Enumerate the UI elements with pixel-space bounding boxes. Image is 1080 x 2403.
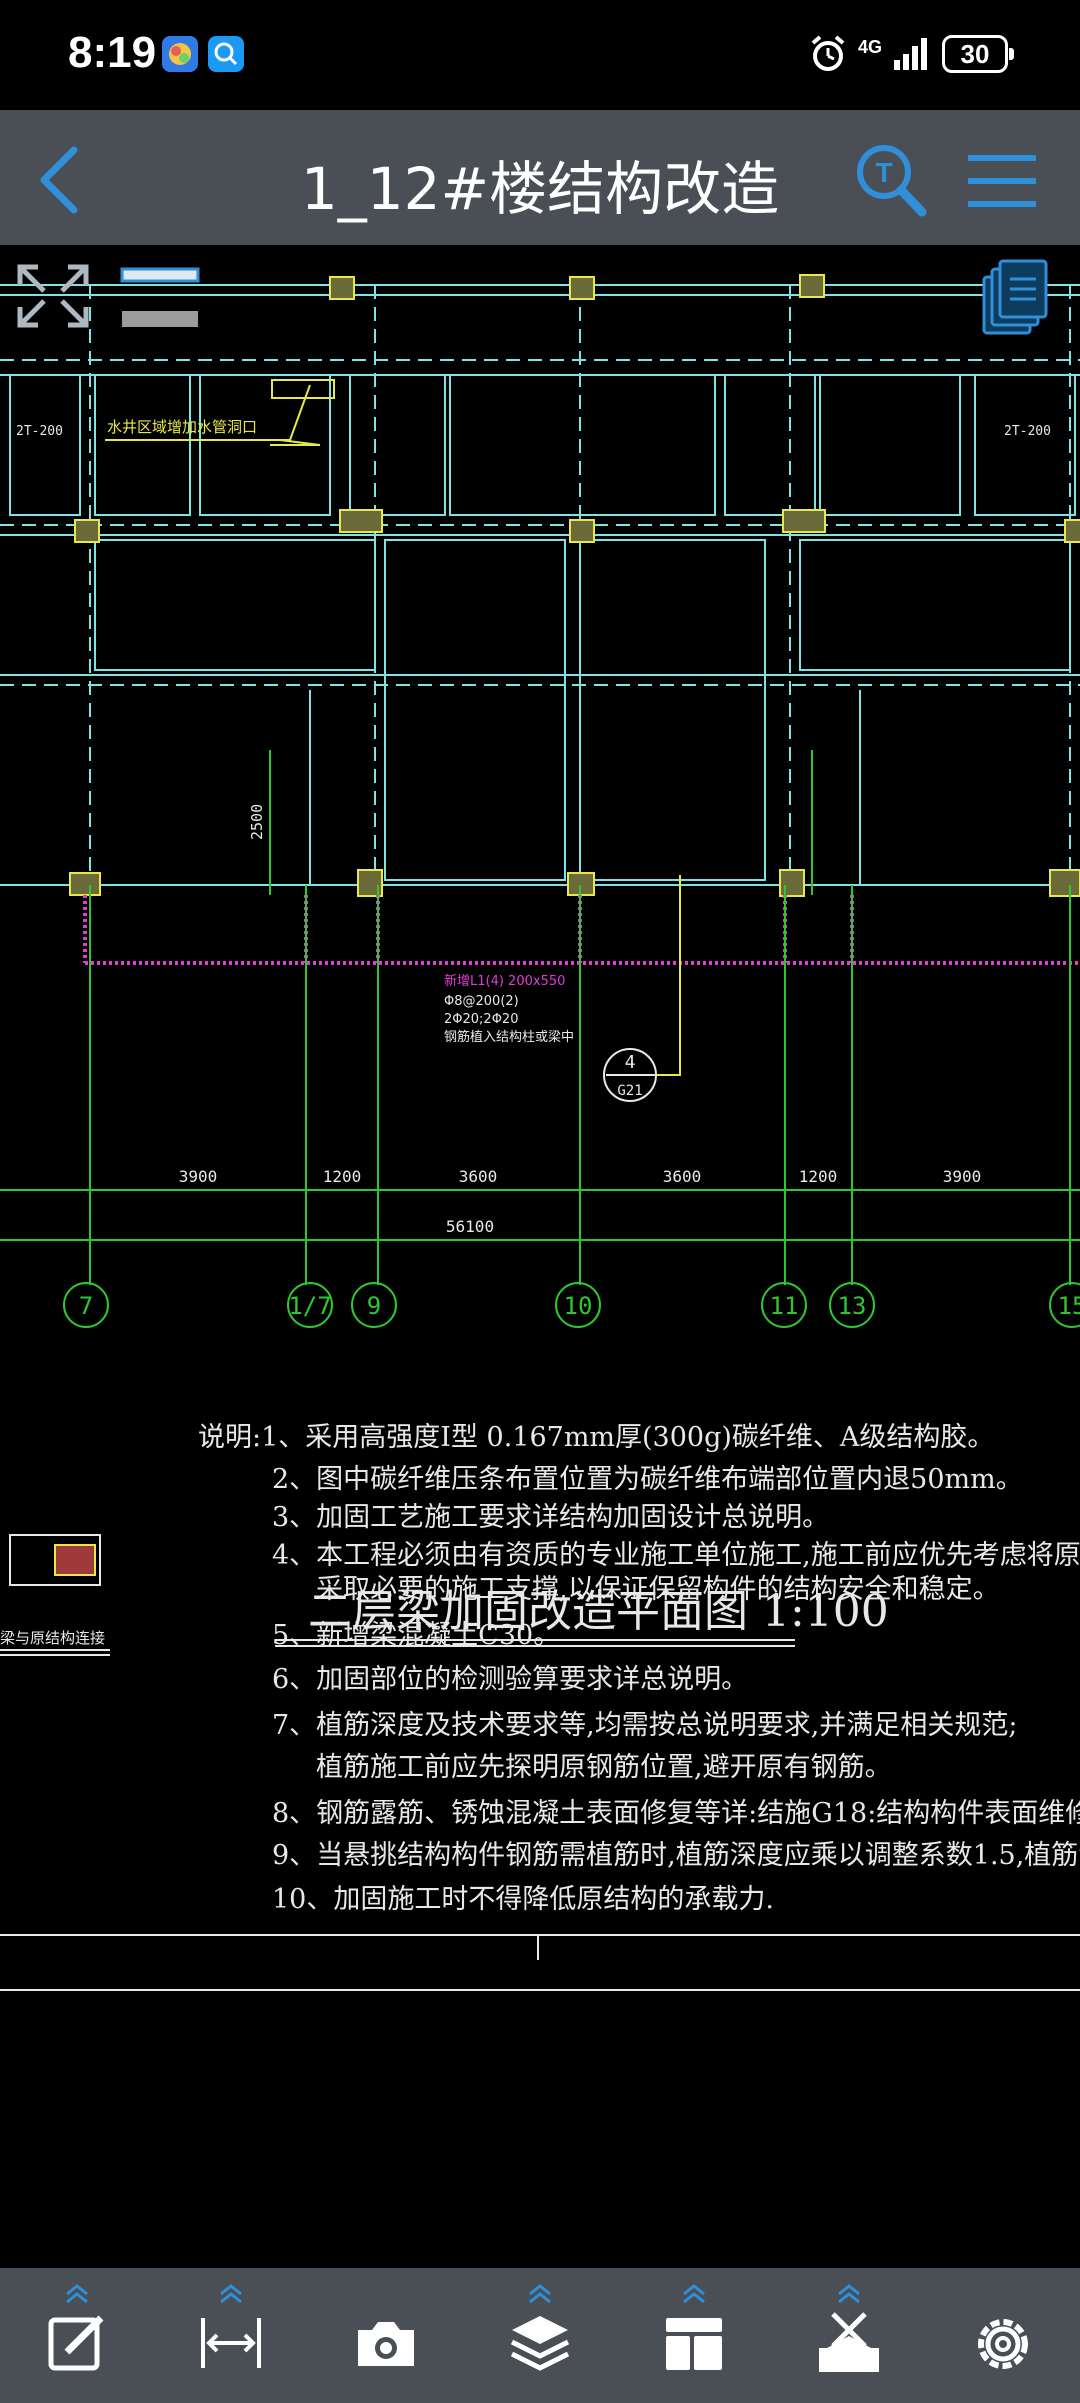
search-app-notification-icon [208,36,244,72]
dimension-value: 1200 [323,1167,362,1186]
annotate-tool-button[interactable] [27,2276,127,2396]
height-dimension: 2500 [248,804,266,840]
columns [69,274,1080,897]
total-dimension: 56100 [446,1217,494,1236]
camera-tool-button[interactable] [336,2276,436,2396]
layers-icon [510,2315,570,2371]
drawing-canvas[interactable]: 4 G21 7 1/7 9 10 11 13 15 3900 1200 3600… [0,245,1080,2268]
beam-note: 钢筋植入结构柱或梁中 [444,1029,574,1045]
note-line: 10、加固施工时不得降低原结构的承载力. [272,1884,774,1915]
layout-tool-button[interactable] [644,2276,744,2396]
axis-label: 1/7 [288,1292,331,1320]
pages-icon[interactable] [982,259,1048,335]
svg-text:T: T [875,157,892,188]
structural-lines [0,284,1080,886]
dimension-value: 3600 [663,1167,702,1186]
beam-notes: 新增L1(4) 200x550 Φ8@200(2) 2Φ20;2Φ20 钢筋植入… [444,973,574,1045]
text-search-button[interactable]: T [852,140,932,220]
slab-mark: 2T-200 [16,424,63,439]
axis-label: 11 [770,1292,799,1320]
chevron-up-icon [529,2283,551,2303]
settings-icon [977,2318,1028,2369]
detail-label: 梁与原结构连接 [0,1629,105,1647]
note-line: 9、当悬挑结构构件钢筋需植筋时,植筋深度应乘以调整系数1.5,植筋深度应按总说明… [272,1840,1080,1871]
note-line: 2、图中碳纤维压条布置位置为碳纤维布端部位置内退50mm。 [272,1464,1023,1495]
app-notification-icon [162,36,198,72]
tools-icon [818,2311,879,2372]
slab-mark: 2T-200 [1004,424,1051,439]
axis-label: 9 [367,1292,381,1320]
note-line: 5、新增梁混凝土C30。 [272,1620,561,1651]
axis-label: 13 [838,1292,867,1320]
hole-note: 水井区域增加水管洞口 [107,418,257,436]
note-line: 6、加固部位的检测验算要求详总说明。 [272,1664,749,1695]
dimension-value: 3600 [459,1167,498,1186]
status-bar: 8:19 4G 30 [0,0,1080,110]
leader-lines [105,379,681,1076]
axis-label: 7 [79,1292,93,1320]
layers-tool-button[interactable] [490,2276,590,2396]
title-bar: 1_12#楼结构改造 T [0,110,1080,245]
bottom-toolbar [0,2268,1080,2403]
status-icons: 4G 30 [808,30,1014,78]
hamburger-menu-icon [968,155,1036,207]
axis-label: 15 [1058,1292,1080,1320]
settings-button[interactable] [953,2276,1053,2396]
new-beam [83,895,1080,965]
text-search-icon: T [857,145,927,217]
measure-icon [201,2317,262,2368]
beam-note: 新增L1(4) 200x550 [444,973,565,989]
note-line: 7、植筋深度及技术要求等,均需按总说明要求,并满足相关规范; [272,1710,1018,1741]
signal-icon [894,38,927,70]
beam-note: 2Φ20;2Φ20 [444,1012,518,1027]
dimension-value: 1200 [799,1167,838,1186]
toolbox-tool-button[interactable] [799,2276,899,2396]
layout-icon [666,2317,723,2370]
dimension-value: 3900 [943,1167,982,1186]
chevron-up-icon [683,2283,706,2303]
dimension-lines [0,750,1080,1285]
battery-indicator: 30 [942,35,1014,73]
chevron-up-icon [66,2283,89,2303]
axis-label: 10 [564,1292,593,1320]
measure-tool-button[interactable] [181,2276,281,2396]
note-line: 植筋施工前应先探明原钢筋位置,避开原有钢筋。 [316,1752,892,1783]
cad-drawing: 4 G21 7 1/7 9 10 11 13 15 3900 1200 3600… [0,259,1080,1991]
note-line: 采取必要的施工支撑,以保证保留构件的结构安全和稳定。 [316,1574,1000,1605]
chevron-up-icon [837,2283,860,2303]
note-line: 8、钢筋露筋、锈蚀混凝土表面修复等详:结施G18:结构构件表面维修处理详图. [272,1798,1080,1829]
callout-sheet: G21 [617,1083,642,1099]
alarm-icon [811,35,845,71]
note-line: 说明:1、采用高强度I型 0.167mm厚(300g)碳纤维、A级结构胶。 [198,1422,995,1453]
axis-labels: 7 1/7 9 10 11 13 15 [79,1292,1080,1320]
note-line: 3、加固工艺施工要求详结构加固设计总说明。 [272,1502,830,1533]
viewer-overlay-controls [17,259,1048,335]
edit-icon [48,2315,104,2370]
dimension-value: 3900 [179,1167,218,1186]
chevron-up-icon [220,2283,243,2303]
menu-button[interactable] [962,146,1042,216]
beam-note: Φ8@200(2) [444,994,519,1009]
status-time: 8:19 [68,28,157,77]
callout-number: 4 [625,1052,636,1073]
network-type: 4G [857,36,882,57]
camera-icon [357,2321,414,2366]
